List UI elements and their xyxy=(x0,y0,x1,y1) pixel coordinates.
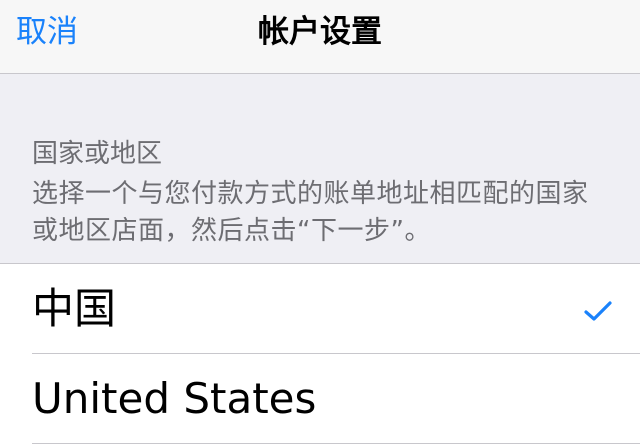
section-description: 选择一个与您付款方式的账单地址相匹配的国家或地区店面，然后点击“下一步”。 xyxy=(32,179,589,246)
row-divider xyxy=(32,443,640,444)
country-option-china[interactable]: 中国 xyxy=(0,264,640,354)
country-list: 中国 United States xyxy=(0,263,640,446)
page-title: 帐户设置 xyxy=(258,14,382,50)
country-option-united-states[interactable]: United States xyxy=(0,354,640,444)
country-label: 中国 xyxy=(32,284,117,333)
section-header: 国家或地区 xyxy=(32,139,163,169)
checkmark-icon xyxy=(584,301,612,321)
navigation-bar: 取消 帐户设置 xyxy=(0,0,640,74)
country-label: United States xyxy=(32,374,317,423)
